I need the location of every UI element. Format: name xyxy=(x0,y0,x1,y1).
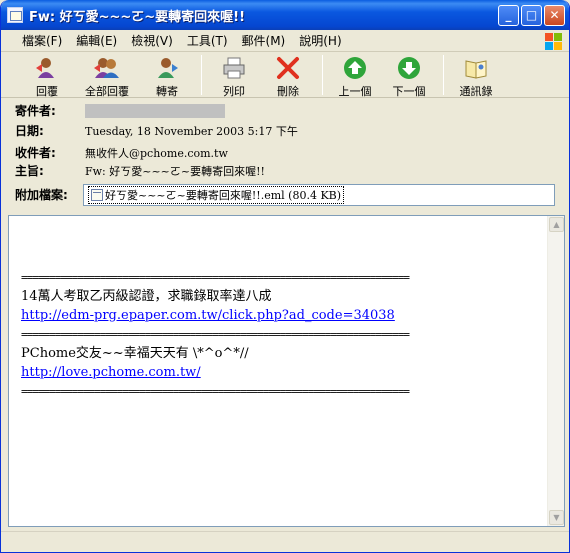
separator-line: ========================================… xyxy=(21,271,410,284)
print-button[interactable]: 列印 xyxy=(210,55,258,99)
attachment-label: 附加檔案: xyxy=(15,188,68,202)
menu-edit[interactable]: 編輯(E) xyxy=(69,32,124,49)
attachment-filename: 好ㄎ愛~~~ㄛ~要轉寄回來喔!!.eml (80.4 KB) xyxy=(105,189,342,202)
menu-bar: 檔案(F) 編輯(E) 檢視(V) 工具(T) 郵件(M) 說明(H) xyxy=(1,30,569,52)
to-value: 無收件人@pchome.com.tw xyxy=(85,146,228,160)
link-love-pchome[interactable]: http://love.pchome.com.tw/ xyxy=(21,363,541,382)
body-line-dating: PChome交友~~幸福天天有 \*^o^*// xyxy=(21,346,249,361)
menu-message[interactable]: 郵件(M) xyxy=(235,32,293,49)
status-bar xyxy=(1,531,569,552)
next-button[interactable]: 下一個 xyxy=(385,55,433,99)
up-arrow-icon xyxy=(341,55,369,81)
toolbar-separator xyxy=(201,55,202,95)
reply-all-button[interactable]: 全部回覆 xyxy=(77,55,137,99)
menu-help[interactable]: 說明(H) xyxy=(292,32,348,49)
date-label: 日期: xyxy=(15,124,44,138)
vertical-scrollbar[interactable]: ▲ ▼ xyxy=(547,216,564,526)
minimize-button[interactable]: _ xyxy=(498,4,519,26)
address-book-icon xyxy=(462,55,490,81)
scroll-down-arrow-icon[interactable]: ▼ xyxy=(549,510,564,525)
message-headers: 寄件者: 日期: Tuesday, 18 November 2003 5:17 … xyxy=(1,100,569,210)
forward-icon xyxy=(153,55,181,81)
menu-file[interactable]: 檔案(F) xyxy=(15,32,69,49)
reply-icon xyxy=(33,55,61,81)
reply-button[interactable]: 回覆 xyxy=(23,55,71,99)
body-line-certification: 14萬人考取乙丙級認證，求職錄取率達八成 xyxy=(21,289,272,304)
from-value-redacted xyxy=(85,103,225,118)
maximize-button[interactable]: □ xyxy=(521,4,542,26)
reply-all-icon xyxy=(93,55,121,81)
forward-button[interactable]: 轉寄 xyxy=(143,55,191,99)
email-window: Fw: 好ㄎ愛~~~ㄛ~要轉寄回來喔!! _ □ ✕ 檔案(F) 編輯(E) 檢… xyxy=(0,0,570,553)
window-title: Fw: 好ㄎ愛~~~ㄛ~要轉寄回來喔!! xyxy=(29,9,246,25)
link-epaper[interactable]: http://edm-prg.epaper.com.tw/click.php?a… xyxy=(21,306,541,325)
menu-tools[interactable]: 工具(T) xyxy=(180,32,235,49)
subject-value: Fw: 好ㄎ愛~~~ㄛ~要轉寄回來喔!! xyxy=(85,164,265,178)
close-button[interactable]: ✕ xyxy=(544,4,565,26)
to-label: 收件者: xyxy=(15,146,56,160)
previous-button[interactable]: 上一個 xyxy=(331,55,379,99)
title-bar[interactable]: Fw: 好ㄎ愛~~~ㄛ~要轉寄回來喔!! _ □ ✕ xyxy=(1,0,569,30)
from-label: 寄件者: xyxy=(15,104,56,118)
delete-button[interactable]: 刪除 xyxy=(264,55,312,99)
separator-line: ========================================… xyxy=(21,328,410,341)
date-value: Tuesday, 18 November 2003 5:17 下午 xyxy=(85,124,298,138)
contacts-button[interactable]: 通訊錄 xyxy=(452,55,500,99)
eml-file-icon xyxy=(91,189,103,201)
delete-x-icon xyxy=(274,55,302,81)
message-body[interactable]: ========================================… xyxy=(8,215,565,527)
scroll-up-arrow-icon[interactable]: ▲ xyxy=(549,217,564,232)
windows-logo-icon xyxy=(543,31,563,51)
toolbar-separator xyxy=(443,55,444,95)
printer-icon xyxy=(220,55,248,81)
down-arrow-icon xyxy=(395,55,423,81)
mail-icon xyxy=(7,7,23,23)
separator-line: ========================================… xyxy=(21,385,410,398)
subject-label: 主旨: xyxy=(15,164,44,178)
attachment-field: 好ㄎ愛~~~ㄛ~要轉寄回來喔!!.eml (80.4 KB) xyxy=(83,184,555,206)
toolbar: 回覆 全部回覆 轉寄 列印 刪除 上一個 下一個 通訊錄 xyxy=(1,52,569,98)
toolbar-separator xyxy=(322,55,323,95)
attachment-file[interactable]: 好ㄎ愛~~~ㄛ~要轉寄回來喔!!.eml (80.4 KB) xyxy=(88,186,345,204)
menu-view[interactable]: 檢視(V) xyxy=(124,32,180,49)
